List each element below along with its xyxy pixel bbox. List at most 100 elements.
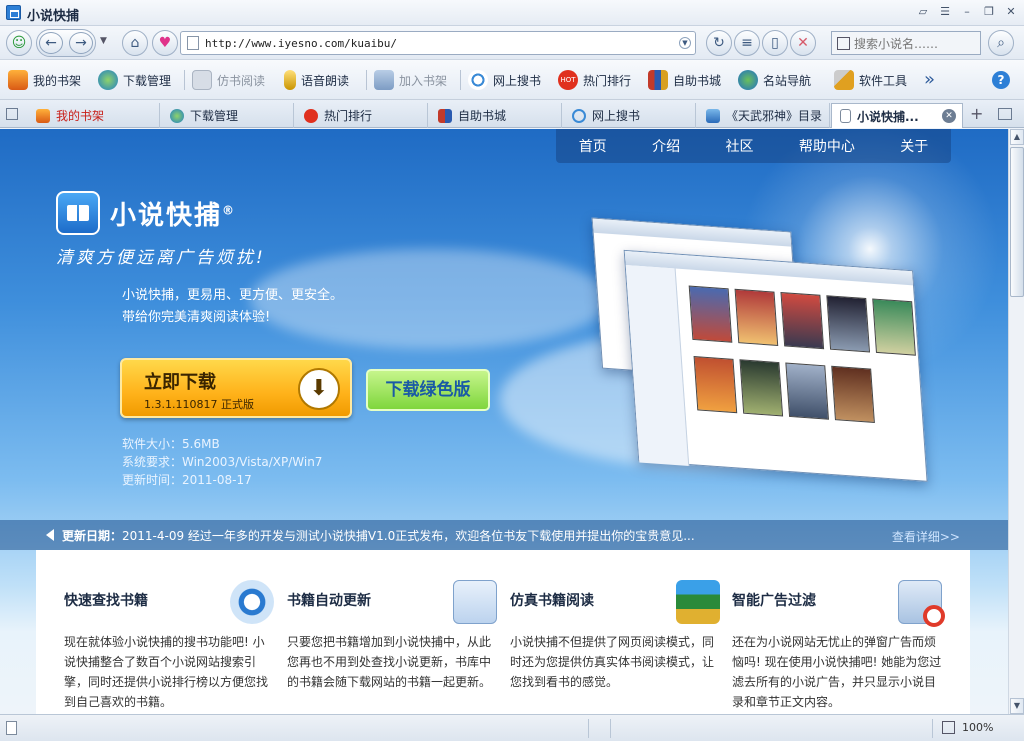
magnifier-icon — [468, 70, 488, 90]
page-view-icon[interactable]: ▯ — [762, 30, 788, 56]
toolbar-add-to-shelf[interactable]: 加入书架 — [374, 68, 447, 92]
bookshelf-icon — [36, 108, 50, 123]
tab-list-icon[interactable] — [6, 108, 18, 120]
help-icon[interactable]: ? — [992, 71, 1010, 89]
site-nav: 首页 介绍 社区 帮助中心 关于 — [556, 129, 951, 163]
zoom-level[interactable]: 100% — [962, 721, 993, 734]
new-tab-button[interactable]: + — [970, 104, 983, 123]
status-separator — [610, 719, 611, 738]
search-icon[interactable]: ⌕ — [988, 30, 1014, 56]
minimize-button[interactable]: – — [958, 4, 976, 20]
hot-icon: HOT — [558, 70, 578, 90]
page-icon — [187, 36, 199, 50]
download-green-version-button[interactable]: 下载绿色版 — [366, 369, 490, 411]
toolbar-online-search[interactable]: 网上搜书 — [468, 68, 541, 92]
tab-my-bookshelf[interactable]: 我的书架 — [28, 103, 160, 128]
chat-icon[interactable]: ▱ — [914, 4, 932, 20]
tab-download-manager[interactable]: 下载管理 — [162, 103, 294, 128]
tab-strip: 我的书架 下载管理 热门排行 自助书城 网上搜书 《天武邪神》目录 小说快捕..… — [0, 100, 1024, 128]
hot-icon — [304, 108, 318, 123]
toolbar-separator — [366, 70, 367, 90]
download-globe-icon — [98, 70, 118, 90]
web-page: 首页 介绍 社区 帮助中心 关于 小说快捕® 清爽方便远离广告烦扰! 小说快捕，… — [0, 129, 1008, 714]
feature-quick-search: 快速查找书籍 现在就体验小说快捕的搜书功能吧! 小说快捕整合了数百个小说网站搜索… — [64, 570, 274, 712]
tab-book-catalog[interactable]: 《天武邪神》目录 — [698, 103, 830, 128]
book-reader-icon — [192, 70, 212, 90]
slogan: 清爽方便远离广告烦扰! — [56, 248, 266, 268]
product-screenshot — [562, 215, 939, 492]
speaker-icon — [46, 529, 54, 541]
download-now-button[interactable]: 立即下载 1.3.1.110817 正式版 ⬇ — [120, 358, 352, 418]
screenshot-window-front — [623, 249, 928, 482]
url-input[interactable] — [205, 35, 665, 51]
tab-online-search[interactable]: 网上搜书 — [564, 103, 696, 128]
news-text: 更新日期：2011-4-09 经过一年多的开发与测试小说快捕V1.0正式发布，欢… — [62, 529, 695, 543]
intro-text: 小说快捕，更易用、更方便、更安全。 带给你完美清爽阅读体验! — [122, 288, 344, 325]
feature-ad-filter: 智能广告过滤 还在为小说网站无忧止的弹窗广告而烦恼吗! 现在使用小说快捕吧! 她… — [732, 570, 945, 712]
app-icon — [6, 5, 21, 20]
title-bar: 小说快捕 ▱ ☰ – ❐ ✕ — [0, 0, 1024, 26]
toolbar-download-manager[interactable]: 下载管理 — [98, 68, 171, 92]
forward-button[interactable]: → — [69, 32, 93, 54]
home-icon[interactable]: ⌂ — [122, 30, 148, 56]
toolbar-separator — [184, 70, 185, 90]
toolbar-voice-reading[interactable]: 语音朗读 — [284, 68, 349, 92]
features-panel: 快速查找书籍 现在就体验小说快捕的搜书功能吧! 小说快捕整合了数百个小说网站搜索… — [36, 550, 970, 714]
toolbar-my-bookshelf[interactable]: 我的书架 — [8, 68, 81, 92]
window-title: 小说快捕 — [27, 9, 80, 24]
toolbar-self-service-store[interactable]: 自助书城 — [648, 68, 721, 92]
nav-help-center[interactable]: 帮助中心 — [799, 136, 855, 156]
url-dropdown-icon[interactable]: ▼ — [679, 37, 691, 49]
toolbar-site-navigation[interactable]: 名站导航 — [738, 68, 811, 92]
page-status-icon — [6, 721, 17, 735]
scroll-thumb[interactable] — [1010, 147, 1024, 297]
maximize-button[interactable]: ❐ — [980, 4, 998, 20]
spec-updated: 更新时间：2011-08-17 — [122, 473, 252, 487]
search-input[interactable] — [854, 36, 978, 52]
scroll-up-button[interactable]: ▲ — [1010, 129, 1024, 145]
spec-size: 软件大小：5.6MB — [122, 437, 220, 451]
favorite-heart-icon[interactable]: ♥ — [152, 30, 178, 56]
logo-text: 小说快捕® — [110, 201, 237, 231]
user-icon[interactable]: ☺ — [6, 30, 32, 56]
tab-hot-ranking[interactable]: 热门排行 — [296, 103, 428, 128]
page-icon — [840, 109, 851, 123]
nav-community[interactable]: 社区 — [725, 136, 753, 156]
scroll-down-button[interactable]: ▼ — [1010, 698, 1024, 714]
zoom-icon[interactable] — [942, 721, 955, 734]
search-engine-icon[interactable] — [837, 37, 850, 50]
toolbar-more-button[interactable]: » — [924, 69, 935, 90]
toolbar-software-tools[interactable]: 软件工具 — [834, 68, 907, 92]
tab-current-page[interactable]: 小说快捕... ✕ — [831, 103, 963, 128]
books-icon — [438, 108, 452, 123]
download-globe-icon — [170, 108, 184, 123]
menu-icon[interactable]: ☰ — [936, 4, 954, 20]
tools-icon — [834, 70, 854, 90]
tab-window-icon[interactable] — [998, 108, 1012, 120]
no-ads-icon — [898, 580, 945, 627]
status-separator — [932, 719, 933, 738]
vertical-scrollbar[interactable]: ▲ ▼ — [1008, 129, 1024, 714]
close-button[interactable]: ✕ — [1002, 4, 1020, 20]
calendar-lightning-icon — [453, 580, 497, 624]
nav-home[interactable]: 首页 — [579, 136, 607, 156]
refresh-icon[interactable]: ↻ — [706, 30, 732, 56]
books-stack-icon — [676, 580, 720, 624]
toolbar-hot-ranking[interactable]: HOT 热门排行 — [558, 68, 631, 92]
toolbar-book-reader[interactable]: 仿书阅读 — [192, 68, 265, 92]
stop-icon[interactable]: ✕ — [790, 30, 816, 56]
book-icon — [706, 108, 720, 123]
tab-self-service-store[interactable]: 自助书城 — [430, 103, 562, 128]
news-more-link[interactable]: 查看详细>> — [892, 528, 960, 545]
nav-intro[interactable]: 介绍 — [652, 136, 680, 156]
nav-about[interactable]: 关于 — [900, 136, 928, 156]
magnifier-icon — [230, 580, 274, 624]
tab-close-icon[interactable]: ✕ — [942, 109, 956, 123]
bookshelf-icon — [8, 70, 28, 90]
url-box: ▼ — [180, 31, 696, 55]
history-dropdown-icon[interactable]: ▼ — [100, 36, 107, 46]
address-bar: ☺ ← → ▼ ⌂ ♥ ▼ ↻ ≡ ▯ ✕ ⌕ — [0, 26, 1024, 60]
list-icon[interactable]: ≡ — [734, 30, 760, 56]
back-button[interactable]: ← — [39, 32, 63, 54]
feature-book-reading: 仿真书籍阅读 小说快捕不但提供了网页阅读模式，同时还为您提供仿真实体书阅读模式，… — [510, 570, 720, 692]
